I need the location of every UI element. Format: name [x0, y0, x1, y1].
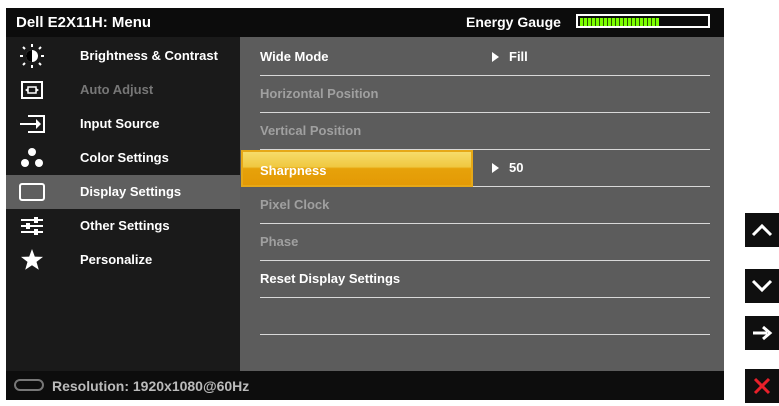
sidebar-item-label: Other Settings — [80, 218, 170, 233]
energy-gauge-fill — [580, 18, 659, 26]
setting-label: Pixel Clock — [260, 197, 330, 212]
close-icon — [753, 377, 771, 395]
down-arrow-icon — [751, 279, 773, 293]
title-bar: Dell E2X11H: Menu Energy Gauge — [6, 8, 724, 37]
setting-reset-display-settings[interactable]: Reset Display Settings — [260, 261, 710, 298]
setting-value: 50 — [492, 160, 523, 175]
hdmi-port-icon — [14, 379, 44, 391]
color-settings-icon — [18, 145, 46, 171]
enter-button[interactable] — [745, 316, 779, 350]
down-button[interactable] — [745, 269, 779, 303]
star-icon — [18, 247, 46, 273]
setting-phase[interactable]: Phase — [260, 224, 710, 261]
setting-horizontal-position[interactable]: Horizontal Position — [260, 76, 710, 113]
setting-label: Sharpness — [260, 163, 327, 178]
setting-label: Wide Mode — [260, 49, 329, 64]
sidebar-item-color-settings[interactable]: Color Settings — [6, 141, 240, 175]
setting-empty-row — [260, 298, 710, 335]
status-bar: Resolution: 1920x1080@60Hz — [6, 371, 724, 400]
setting-label: Reset Display Settings — [260, 271, 401, 286]
menu-title: Dell E2X11H: Menu — [16, 14, 152, 31]
setting-label: Horizontal Position — [260, 86, 379, 101]
setting-label: Vertical Position — [260, 123, 362, 138]
sidebar-item-display-settings[interactable]: Display Settings — [6, 175, 240, 209]
setting-vertical-position[interactable]: Vertical Position — [260, 113, 710, 150]
setting-label: Phase — [260, 234, 299, 249]
display-settings-icon — [18, 179, 46, 205]
sidebar-item-other-settings[interactable]: Other Settings — [6, 209, 240, 243]
auto-adjust-icon — [18, 77, 46, 103]
up-button[interactable] — [745, 213, 779, 247]
setting-value: Fill — [492, 49, 528, 64]
up-arrow-icon — [751, 223, 773, 237]
sidebar-item-label: Brightness & Contrast — [80, 48, 218, 63]
setting-wide-mode[interactable]: Wide Mode Fill — [260, 39, 710, 76]
input-source-icon — [18, 111, 46, 137]
right-arrow-icon — [753, 325, 773, 341]
other-settings-icon — [18, 213, 46, 239]
sidebar-item-label: Input Source — [80, 116, 160, 131]
sidebar-item-label: Color Settings — [80, 150, 169, 165]
sidebar-item-label: Personalize — [80, 252, 153, 267]
setting-sharpness[interactable]: Sharpness — [241, 150, 473, 187]
energy-gauge-label: Energy Gauge — [466, 14, 561, 30]
sidebar-item-label: Display Settings — [80, 184, 182, 199]
sidebar-item-input-source[interactable]: Input Source — [6, 107, 240, 141]
exit-button[interactable] — [745, 369, 779, 403]
setting-pixel-clock[interactable]: Pixel Clock — [260, 187, 710, 224]
sidebar-item-personalize[interactable]: Personalize — [6, 243, 240, 277]
energy-gauge-bar — [576, 14, 710, 28]
sidebar: Brightness & Contrast Auto Adjust Input … — [6, 37, 240, 371]
settings-panel: Wide Mode Fill Horizontal Position Verti… — [240, 37, 724, 371]
resolution-text: Resolution: 1920x1080@60Hz — [52, 378, 250, 394]
brightness-icon — [18, 43, 46, 69]
sidebar-item-label: Auto Adjust — [80, 82, 154, 97]
osd-menu: Dell E2X11H: Menu Energy Gauge Brightnes… — [6, 8, 724, 400]
sidebar-item-brightness-contrast[interactable]: Brightness & Contrast — [6, 39, 240, 73]
sidebar-item-auto-adjust[interactable]: Auto Adjust — [6, 73, 240, 107]
